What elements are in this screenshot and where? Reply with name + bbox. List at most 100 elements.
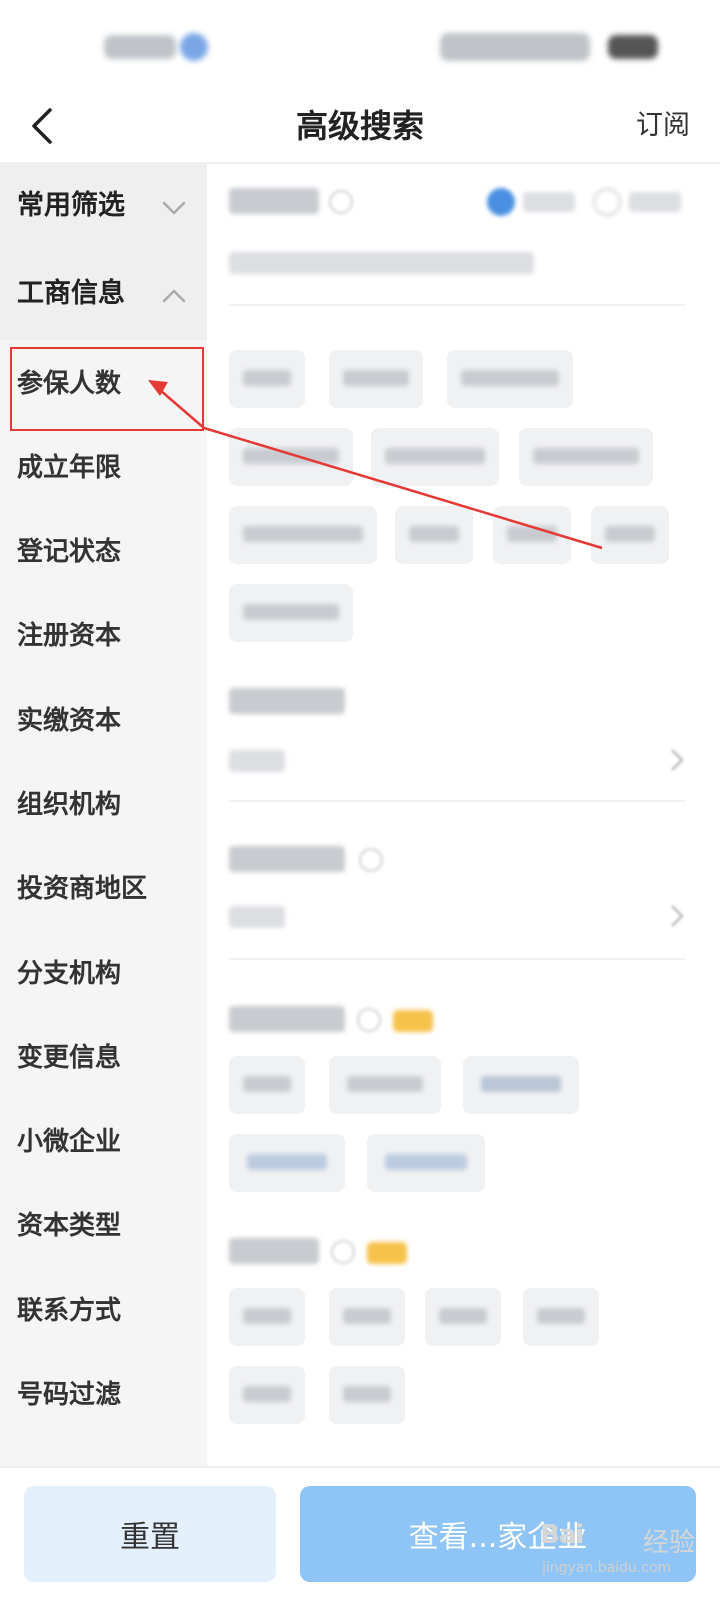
radio-label-blurred: [523, 192, 575, 212]
chip-text-blurred: [243, 526, 363, 542]
section-title-blurred: [229, 688, 345, 714]
filter-chip[interactable]: [229, 1366, 305, 1424]
divider: [229, 958, 685, 960]
sidebar-item-label: 登记状态: [17, 537, 122, 567]
chip-text-blurred: [247, 1154, 327, 1170]
sidebar-item-registration-status[interactable]: 登记状态: [0, 510, 207, 596]
chip-text-blurred: [461, 370, 559, 386]
sidebar-item-branches[interactable]: 分支机构: [0, 932, 207, 1018]
section-title-blurred: [229, 846, 345, 872]
filter-chip[interactable]: [519, 428, 653, 486]
hint-text-blurred: [229, 252, 534, 274]
filter-chip[interactable]: [229, 1134, 345, 1192]
chip-text-blurred: [385, 448, 485, 464]
filter-chip[interactable]: [329, 350, 423, 408]
sidebar-item-label: 变更信息: [17, 1043, 122, 1073]
chip-text-blurred: [243, 1308, 291, 1324]
sidebar-item-label: 成立年限: [17, 453, 122, 483]
sidebar-item-organization[interactable]: 组织机构: [0, 763, 207, 849]
chip-text-blurred: [243, 370, 291, 386]
chip-text-blurred: [507, 526, 557, 542]
filter-chip[interactable]: [591, 506, 669, 564]
sidebar-item-label: 分支机构: [17, 959, 122, 989]
sidebar-item-registered-capital[interactable]: 注册资本: [0, 594, 207, 680]
reset-button[interactable]: 重置: [24, 1486, 276, 1582]
select-value-blurred[interactable]: [229, 906, 285, 928]
watermark-suffix: 经验: [643, 1528, 696, 1558]
sidebar-item-years-established[interactable]: 成立年限: [0, 426, 207, 512]
chevron-down-icon: [162, 201, 186, 215]
sidebar-item-investor-region[interactable]: 投资商地区: [0, 847, 207, 933]
filter-chip[interactable]: [447, 350, 573, 408]
chip-text-blurred: [343, 1386, 391, 1402]
filter-chip[interactable]: [229, 350, 305, 408]
filter-chip[interactable]: [493, 506, 571, 564]
chevron-right-icon: [671, 905, 684, 927]
sidebar-item-paid-in-capital[interactable]: 实缴资本: [0, 679, 207, 765]
filter-chip[interactable]: [329, 1366, 405, 1424]
chip-text-blurred: [533, 448, 639, 464]
filter-chip[interactable]: [229, 1056, 305, 1114]
filter-content: [207, 164, 720, 1466]
watermark: Bai 经验 jingyan.baidu.com: [540, 1500, 715, 1590]
chip-text-blurred: [347, 1076, 423, 1092]
radio-unselected-icon[interactable]: [593, 188, 621, 216]
radio-label-blurred: [629, 192, 681, 212]
vip-badge-icon: [393, 1010, 433, 1032]
chip-text-blurred: [481, 1076, 561, 1092]
status-time-blurred: [104, 35, 176, 59]
filter-chip[interactable]: [229, 428, 353, 486]
filter-chip[interactable]: [229, 1288, 305, 1346]
help-icon: [357, 1008, 381, 1032]
sidebar-item-label: 实缴资本: [17, 706, 122, 736]
chip-text-blurred: [409, 526, 459, 542]
filter-chip[interactable]: [229, 506, 377, 564]
chip-text-blurred: [343, 370, 409, 386]
filter-chip[interactable]: [367, 1134, 485, 1192]
help-icon: [331, 1240, 355, 1264]
chip-text-blurred: [439, 1308, 487, 1324]
filter-chip[interactable]: [395, 506, 473, 564]
chip-text-blurred: [385, 1154, 467, 1170]
sidebar-item-number-filter[interactable]: 号码过滤: [0, 1353, 207, 1439]
filter-chip[interactable]: [463, 1056, 579, 1114]
sidebar-item-contact[interactable]: 联系方式: [0, 1269, 207, 1355]
subscribe-button[interactable]: 订阅: [636, 106, 690, 146]
sidebar-item-label: 联系方式: [17, 1296, 122, 1326]
sidebar-group-common-filters[interactable]: 常用筛选: [0, 164, 207, 252]
sidebar-item-label: 资本类型: [17, 1211, 122, 1241]
watermark-logo: Bai: [540, 1520, 584, 1550]
sidebar-item-label: 注册资本: [17, 621, 122, 651]
filter-chip[interactable]: [329, 1056, 441, 1114]
filter-chip[interactable]: [229, 584, 353, 642]
watermark-url: jingyan.baidu.com: [542, 1560, 672, 1576]
highlight-box: [10, 347, 204, 431]
section-title-blurred: [229, 1238, 319, 1264]
battery-icon: [608, 35, 658, 59]
sidebar-group-label: 常用筛选: [17, 190, 125, 221]
chevron-right-icon: [671, 749, 684, 771]
page-title: 高级搜索: [295, 107, 424, 145]
sidebar-item-label: 投资商地区: [17, 874, 148, 904]
sidebar-item-small-micro[interactable]: 小微企业: [0, 1100, 207, 1186]
select-value-blurred[interactable]: [229, 750, 285, 772]
chip-text-blurred: [243, 604, 339, 620]
radio-selected-icon[interactable]: [487, 188, 515, 216]
chip-text-blurred: [243, 1076, 291, 1092]
filter-chip[interactable]: [425, 1288, 501, 1346]
chip-text-blurred: [343, 1308, 391, 1324]
chip-text-blurred: [537, 1308, 585, 1324]
divider: [229, 800, 685, 802]
filter-chip[interactable]: [371, 428, 499, 486]
chevron-up-icon: [162, 289, 186, 303]
sidebar-item-label: 小微企业: [17, 1127, 122, 1157]
chip-text-blurred: [243, 448, 339, 464]
sidebar-item-change-info[interactable]: 变更信息: [0, 1016, 207, 1102]
sidebar-item-label: 组织机构: [17, 790, 122, 820]
sidebar-group-business-info[interactable]: 工商信息: [0, 252, 207, 340]
status-icons-blurred: [440, 33, 590, 61]
help-icon: [329, 190, 353, 214]
sidebar-item-capital-type[interactable]: 资本类型: [0, 1184, 207, 1270]
filter-chip[interactable]: [329, 1288, 405, 1346]
filter-chip[interactable]: [523, 1288, 599, 1346]
